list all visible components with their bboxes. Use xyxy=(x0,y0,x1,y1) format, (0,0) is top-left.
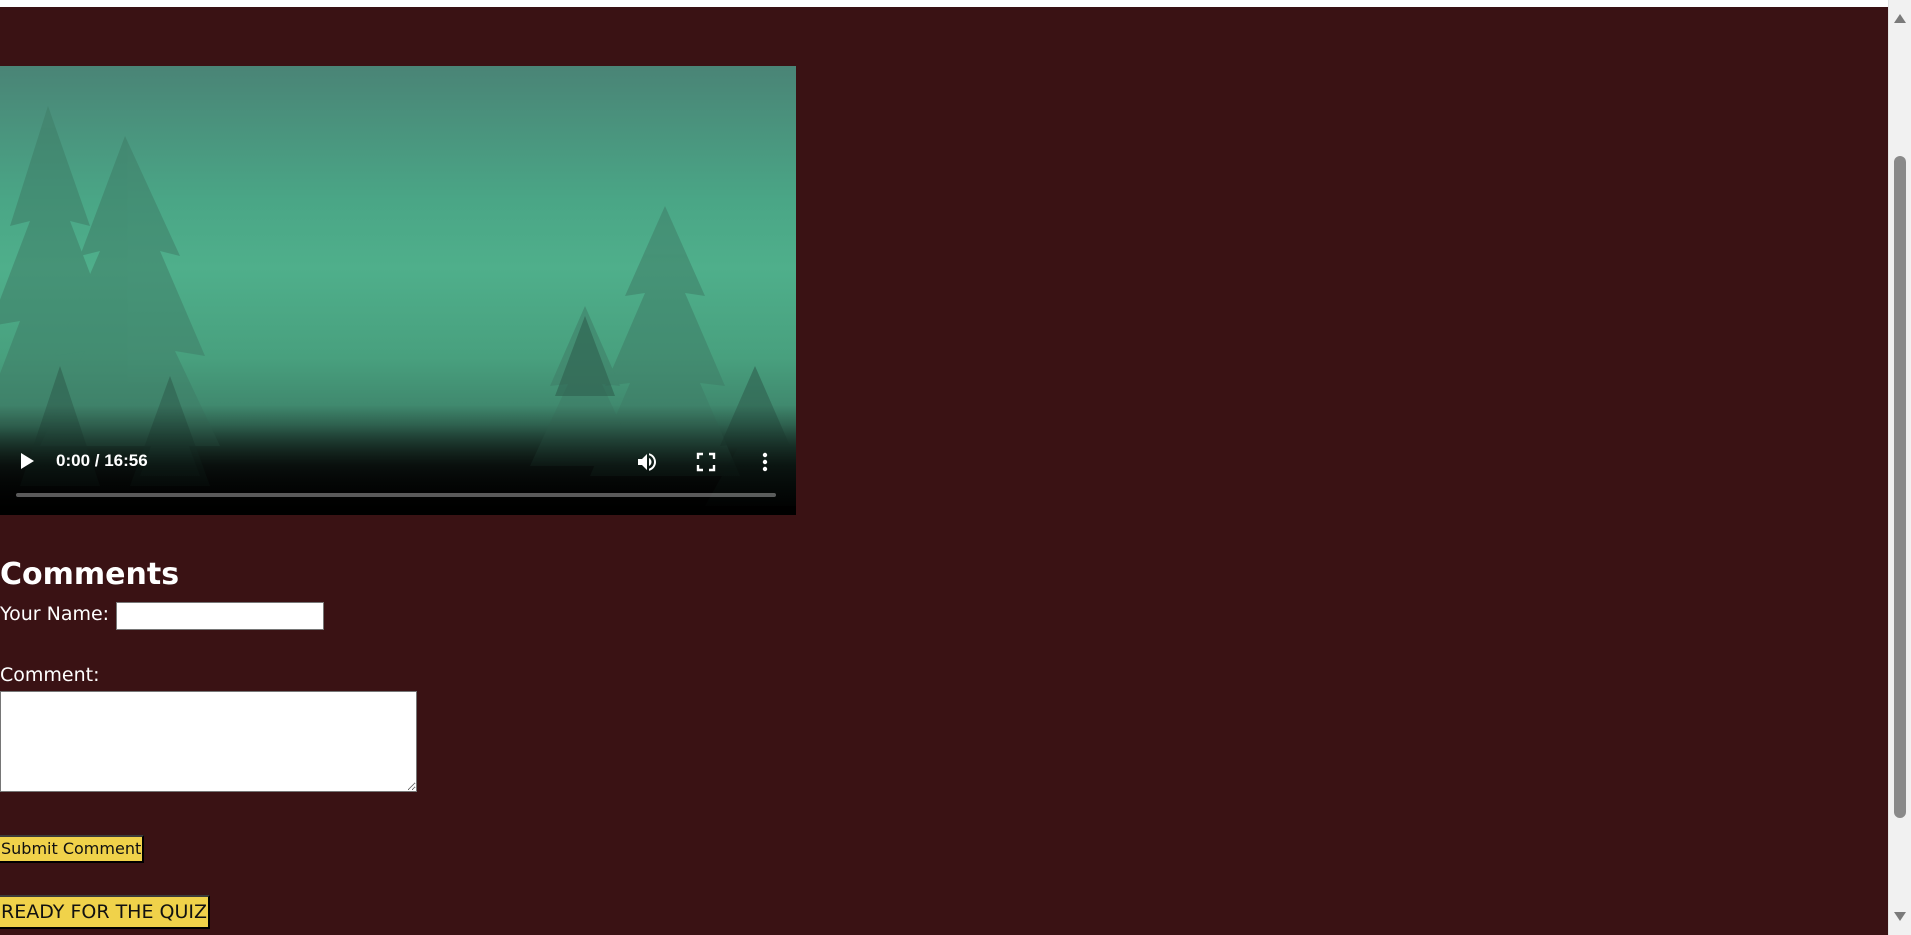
fullscreen-icon[interactable] xyxy=(695,451,717,473)
video-player[interactable]: 0:00 / 16:56 xyxy=(0,66,796,515)
scroll-up-icon[interactable] xyxy=(1894,14,1906,23)
submit-comment-button[interactable]: Submit Comment xyxy=(0,835,145,863)
video-progress-bar[interactable] xyxy=(16,493,776,497)
page-body: 0:00 / 16:56 Comments Your Name: Comment… xyxy=(0,7,1889,935)
name-input[interactable] xyxy=(116,602,324,630)
name-label: Your Name: xyxy=(0,603,110,625)
comment-textarea[interactable] xyxy=(0,691,417,792)
scrollbar-thumb[interactable] xyxy=(1894,156,1906,818)
more-options-icon[interactable] xyxy=(755,450,775,474)
ready-for-quiz-button[interactable]: READY FOR THE QUIZ xyxy=(0,895,210,929)
comment-label: Comment: xyxy=(0,664,100,686)
time-display: 0:00 / 16:56 xyxy=(56,451,148,470)
comments-heading: Comments xyxy=(0,557,180,592)
scroll-down-icon[interactable] xyxy=(1894,912,1906,921)
volume-icon[interactable] xyxy=(635,450,659,474)
browser-viewport: 0:00 / 16:56 Comments Your Name: Comment… xyxy=(0,0,1911,935)
play-icon[interactable] xyxy=(18,452,36,470)
vertical-scrollbar[interactable] xyxy=(1888,0,1911,935)
